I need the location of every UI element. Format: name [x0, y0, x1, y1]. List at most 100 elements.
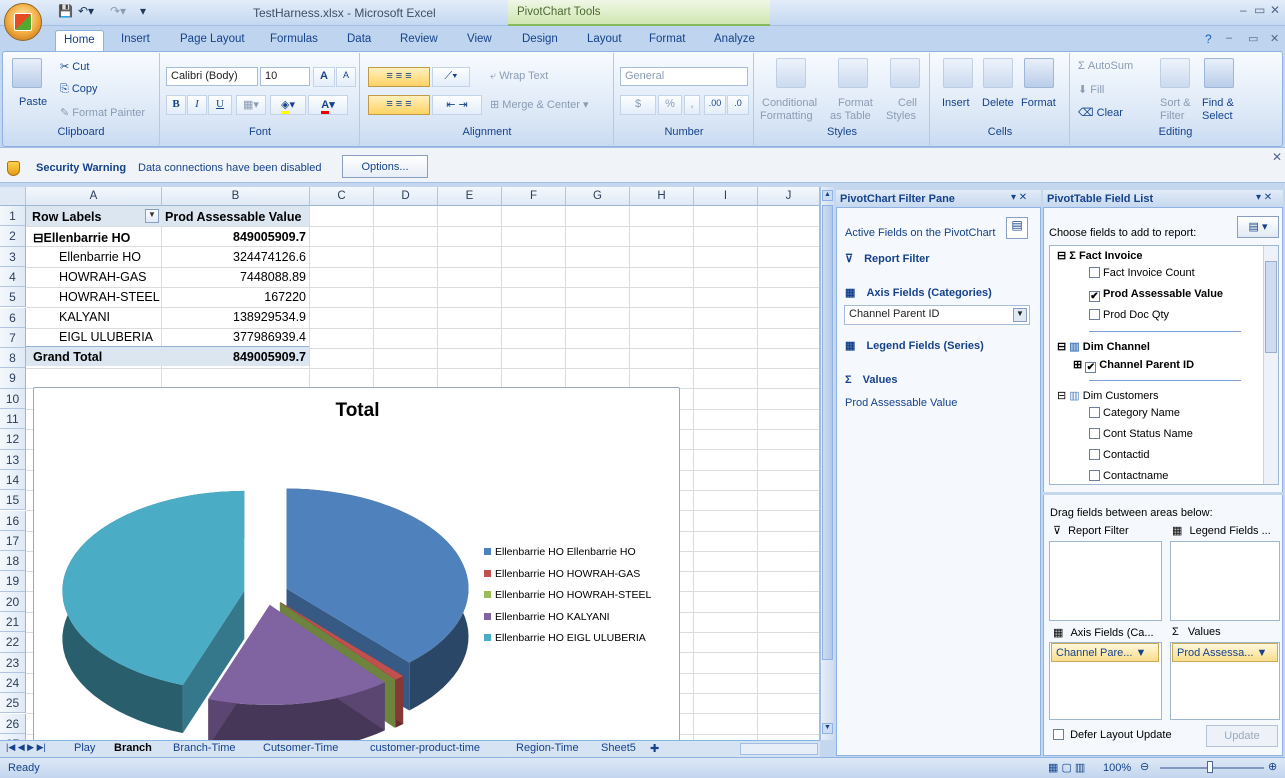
font-size-dropdown[interactable]: 10 [260, 67, 310, 86]
decrease-decimal-button[interactable]: .0 [727, 95, 749, 115]
values-field-pill[interactable]: Prod Assessa... ▼ [1172, 643, 1278, 662]
format-painter-button[interactable]: ✎ Format Painter [60, 106, 145, 119]
row-header[interactable]: 8 [0, 348, 26, 369]
tab-home[interactable]: Home [55, 30, 104, 51]
sheet-tab-region-time[interactable]: Region-Time [516, 742, 579, 754]
collapse-icon[interactable]: ⊟ [1057, 250, 1066, 262]
column-header[interactable]: D [374, 187, 438, 206]
conditional-formatting-button-2[interactable]: Formatting [760, 110, 813, 122]
minimize-button[interactable]: – [1240, 3, 1247, 17]
paste-button[interactable]: Paste [19, 96, 47, 108]
save-icon[interactable]: 💾 [58, 4, 73, 22]
delete-cells-icon[interactable] [983, 58, 1013, 88]
italic-button[interactable]: I [187, 95, 207, 115]
checkbox-icon[interactable] [1089, 470, 1100, 481]
insert-sheet-icon[interactable]: ✚ [650, 742, 659, 755]
borders-icon[interactable]: ▦▾ [236, 95, 266, 115]
values-item[interactable]: Prod Assessable Value [845, 397, 957, 409]
insert-cells-icon[interactable] [943, 58, 973, 88]
shrink-font-button[interactable]: A [336, 67, 356, 87]
find-select-icon[interactable] [1204, 58, 1234, 88]
row-header[interactable]: 5 [0, 287, 26, 308]
tab-design[interactable]: Design [514, 30, 566, 51]
row-header[interactable]: 16 [0, 510, 26, 531]
row-header[interactable]: 9 [0, 368, 26, 389]
row-header[interactable]: 3 [0, 246, 26, 267]
increase-decimal-button[interactable]: .00 [704, 95, 726, 115]
format-as-table-icon[interactable] [838, 58, 868, 88]
fill-color-icon[interactable]: ◈▾ [270, 95, 306, 115]
row-header[interactable]: 2 [0, 226, 26, 247]
scroll-down-icon[interactable]: ▼ [822, 723, 833, 734]
field-item[interactable]: Prod Doc Qty [1089, 309, 1169, 321]
row-header[interactable]: 21 [0, 612, 26, 633]
row-header[interactable]: 17 [0, 530, 26, 552]
field-item[interactable]: Contactid [1089, 449, 1149, 461]
font-name-dropdown[interactable]: Calibri (Body) [166, 67, 258, 86]
indent-icons[interactable]: ⇤ ⇥ [432, 95, 482, 115]
office-button[interactable] [4, 3, 42, 41]
checkbox-checked-icon[interactable]: ✔ [1085, 362, 1097, 373]
checkbox-checked-icon[interactable]: ✔ [1089, 291, 1100, 302]
merge-center-button[interactable]: ⊞ Merge & Center ▾ [490, 98, 589, 111]
security-options-button[interactable]: Options... [342, 155, 428, 178]
view-buttons-icon[interactable]: ▦ ▢ ▥ [1048, 761, 1085, 774]
tab-page-layout[interactable]: Page Layout [172, 30, 253, 51]
tab-insert[interactable]: Insert [113, 30, 158, 51]
legend-item[interactable]: Ellenbarrie HO EIGL ULUBERIA [484, 632, 651, 644]
security-close-icon[interactable]: ✕ [1272, 150, 1282, 164]
redo-icon[interactable]: ↷▾ [110, 4, 126, 22]
percent-button[interactable]: % [658, 95, 682, 115]
conditional-formatting-icon[interactable] [776, 58, 806, 88]
paste-icon[interactable] [12, 58, 42, 88]
find-select-button[interactable]: Find & [1202, 97, 1234, 109]
column-header[interactable]: A [26, 187, 162, 206]
zoom-in-icon[interactable]: ⊕ [1268, 760, 1277, 773]
restore-button[interactable]: ▭ [1254, 3, 1265, 17]
tab-layout[interactable]: Layout [579, 30, 630, 51]
row-header[interactable]: 6 [0, 307, 26, 328]
legend-item[interactable]: Ellenbarrie HO HOWRAH-STEEL [484, 589, 651, 601]
cell-styles-button[interactable]: Cell [898, 97, 917, 109]
sort-filter-button[interactable]: Sort & [1160, 97, 1191, 109]
row-header[interactable]: 13 [0, 449, 26, 470]
find-select-button-2[interactable]: Select [1202, 110, 1233, 122]
zoom-level[interactable]: 100% [1103, 762, 1131, 774]
autosum-button[interactable]: Σ AutoSum [1078, 60, 1133, 72]
help-icon[interactable]: ? [1205, 32, 1212, 46]
insert-cells-button[interactable]: Insert [942, 97, 970, 109]
field-list-menu-icon[interactable]: ▾ ✕ [1256, 192, 1272, 203]
collapse-icon[interactable]: ⊟ [1057, 390, 1066, 402]
row-header[interactable]: 22 [0, 632, 26, 653]
format-as-table-button[interactable]: Format [838, 97, 873, 109]
delete-cells-button[interactable]: Delete [982, 97, 1014, 109]
close-button[interactable]: ✕ [1270, 3, 1280, 17]
horizontal-align-icons[interactable]: ≡ ≡ ≡ [368, 95, 430, 115]
cut-button[interactable]: ✂ Cut [60, 60, 89, 73]
bold-button[interactable]: B [166, 95, 186, 115]
legend-item[interactable]: Ellenbarrie HO Ellenbarrie HO [484, 546, 651, 558]
tab-review[interactable]: Review [392, 30, 446, 51]
checkbox-icon[interactable] [1089, 309, 1100, 320]
fill-button[interactable]: ⬇ Fill [1078, 83, 1104, 96]
field-tree-scrollbar[interactable] [1263, 246, 1278, 484]
layout-options-icon[interactable]: ▤ ▾ [1237, 216, 1279, 238]
comma-button[interactable]: , [684, 95, 700, 115]
grow-font-button[interactable]: A [313, 67, 335, 87]
tab-view[interactable]: View [459, 30, 500, 51]
legend-fields-drop-area[interactable] [1170, 541, 1280, 621]
ribbon-close-button[interactable]: ✕ [1270, 32, 1279, 45]
dropdown-arrow-icon[interactable]: ▼ [1136, 647, 1147, 659]
sheet-tab-sheet5[interactable]: Sheet5 [601, 742, 636, 754]
pivot-group-row[interactable]: ⊟Ellenbarrie HO [33, 227, 130, 247]
collapse-icon[interactable]: ⊟ [1057, 341, 1066, 353]
sort-filter-button-2[interactable]: Filter [1160, 110, 1184, 122]
row-header[interactable]: 14 [0, 469, 26, 491]
customize-qat-icon[interactable]: ▾ [140, 4, 146, 22]
currency-button[interactable]: $ [620, 95, 656, 115]
field-item[interactable]: Contactname [1089, 470, 1168, 482]
legend-item[interactable]: Ellenbarrie HO KALYANI [484, 611, 651, 623]
row-header[interactable]: 19 [0, 571, 26, 592]
row-header[interactable]: 12 [0, 429, 26, 450]
row-header[interactable]: 18 [0, 551, 26, 572]
